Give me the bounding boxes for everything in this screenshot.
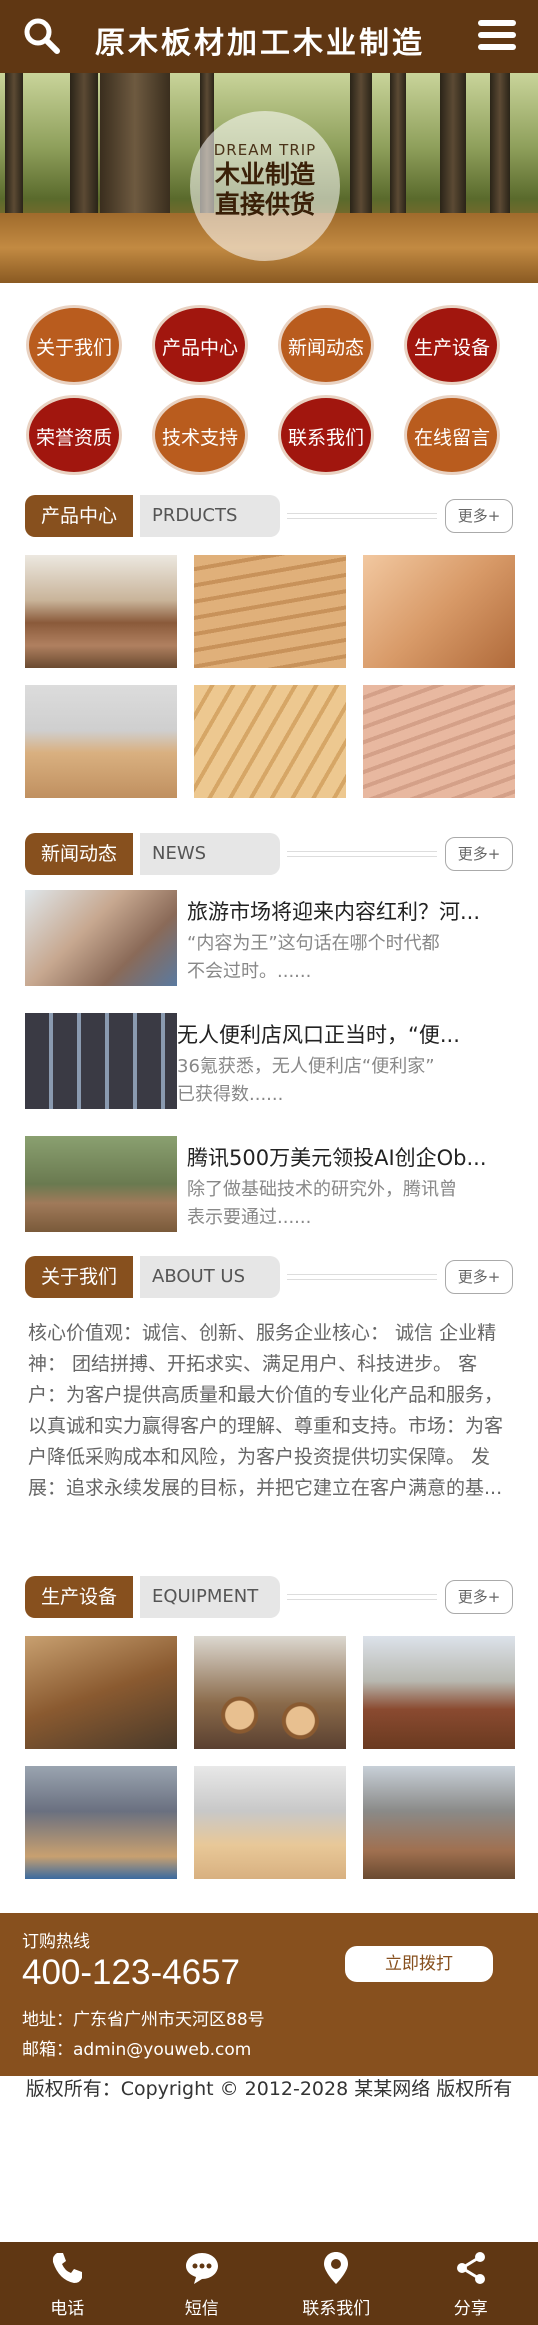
bottom-nav-sms[interactable]: 短信 <box>135 2242 270 2325</box>
bottom-nav-share[interactable]: 分享 <box>404 2242 538 2325</box>
bottom-nav: 电话 短信 联系我们 分享 <box>0 2242 538 2325</box>
page: { "header": { "title": "原木板材加工木业制造", "se… <box>0 0 538 2325</box>
news-section-header: 新闻动态 NEWS 更多+ <box>25 833 513 875</box>
call-now-button[interactable]: 立即拨打 <box>345 1946 493 1982</box>
phone-icon <box>53 2253 83 2283</box>
product-image[interactable] <box>25 555 177 668</box>
news-item[interactable]: 旅游市场将迎来内容红利？河... “内容为王”这句话在哪个时代都 不会过时。...… <box>25 890 515 990</box>
news-item-desc: “内容为王”这句话在哪个时代都 不会过时。...... <box>187 933 440 982</box>
search-icon[interactable] <box>22 16 62 56</box>
equipment-more-button[interactable]: 更多+ <box>445 1580 513 1614</box>
equipment-image[interactable] <box>363 1766 515 1879</box>
equipment-image[interactable] <box>194 1766 346 1879</box>
news-subtitle: NEWS <box>140 833 280 875</box>
contact-panel: 订购热线 400-123-4657 地址：广东省广州市天河区88号 邮箱：adm… <box>0 1913 538 2076</box>
hotline-label: 订购热线 <box>22 1932 90 1952</box>
nav-news[interactable]: 新闻动态 <box>278 305 374 385</box>
bottom-nav-contact[interactable]: 联系我们 <box>269 2242 404 2325</box>
about-section-header: 关于我们 ABOUT US 更多+ <box>25 1256 513 1298</box>
site-title: 原木板材加工木业制造 <box>95 26 425 61</box>
product-image[interactable] <box>194 685 346 798</box>
about-more-button[interactable]: 更多+ <box>445 1260 513 1294</box>
equipment-image[interactable] <box>194 1636 346 1749</box>
banner-tag: DREAM TRIP <box>213 141 317 159</box>
news-item-desc: 除了做基础技术的研究外，腾讯曾 表示要通过...... <box>187 1179 457 1228</box>
news-item-title: 无人便利店风口正当时，“便... <box>177 1023 460 1047</box>
banner: DREAM TRIP 木业制造 直接供货 <box>0 73 538 283</box>
contact-email: 邮箱：admin@youweb.com <box>22 2040 252 2060</box>
news-item-desc: 36氪获悉，无人便利店“便利家” 已获得数...... <box>177 1056 435 1105</box>
equipment-title: 生产设备 <box>25 1576 134 1618</box>
about-text: 核心价值观：诚信、创新、服务企业核心： 诚信 企业精神： 团结拼搏、开拓求实、满… <box>28 1322 504 1499</box>
copyright: 版权所有：Copyright © 2012-2028 某某网络 版权所有 <box>25 2078 513 2100</box>
product-image[interactable] <box>25 685 177 798</box>
equipment-section-header: 生产设备 EQUIPMENT 更多+ <box>25 1576 513 1618</box>
equipment-image[interactable] <box>363 1636 515 1749</box>
equipment-image[interactable] <box>25 1766 177 1879</box>
menu-icon[interactable] <box>478 20 516 54</box>
nav-contact[interactable]: 联系我们 <box>278 395 374 475</box>
products-subtitle: PRDUCTS <box>140 495 280 537</box>
news-item[interactable]: 腾讯500万美元领投AI创企Ob... 除了做基础技术的研究外，腾讯曾 表示要通过… <box>25 1136 515 1236</box>
news-item-title: 腾讯500万美元领投AI创企Ob... <box>187 1146 487 1170</box>
bottom-nav-label: 分享 <box>453 2299 488 2319</box>
product-image[interactable] <box>363 555 515 668</box>
equipment-image[interactable] <box>25 1636 177 1749</box>
hotline-number: 400-123-4657 <box>22 1953 240 1992</box>
news-thumbnail <box>25 1136 177 1232</box>
news-item-title: 旅游市场将迎来内容红利？河... <box>187 900 481 924</box>
about-subtitle: ABOUT US <box>140 1256 280 1298</box>
nav-about[interactable]: 关于我们 <box>26 305 122 385</box>
nav-products[interactable]: 产品中心 <box>152 305 248 385</box>
banner-line2: 直接供货 <box>214 190 315 219</box>
product-image[interactable] <box>194 555 346 668</box>
banner-line1: 木业制造 <box>214 160 315 189</box>
nav-support[interactable]: 技术支持 <box>152 395 248 475</box>
products-section-header: 产品中心 PRDUCTS 更多+ <box>25 495 513 537</box>
nav-honor[interactable]: 荣誉资质 <box>26 395 122 475</box>
sms-icon <box>185 2253 218 2284</box>
products-more-button[interactable]: 更多+ <box>445 499 513 533</box>
share-icon <box>456 2252 485 2284</box>
nav-message[interactable]: 在线留言 <box>404 395 500 475</box>
news-more-button[interactable]: 更多+ <box>445 837 513 871</box>
equipment-subtitle: EQUIPMENT <box>140 1576 280 1618</box>
header: 原木板材加工木业制造 <box>0 0 538 73</box>
nav-equipment[interactable]: 生产设备 <box>404 305 500 385</box>
news-title: 新闻动态 <box>25 833 134 875</box>
bottom-nav-label: 联系我们 <box>302 2299 371 2319</box>
news-thumbnail <box>25 1013 177 1109</box>
bottom-nav-label: 电话 <box>50 2299 85 2319</box>
banner-slogan: DREAM TRIP 木业制造 直接供货 <box>190 111 340 261</box>
bottom-nav-phone[interactable]: 电话 <box>0 2242 135 2325</box>
about-title: 关于我们 <box>25 1256 134 1298</box>
news-thumbnail <box>25 890 177 986</box>
news-item[interactable]: 无人便利店风口正当时，“便... 36氪获悉，无人便利店“便利家” 已获得数...… <box>25 1013 515 1113</box>
contact-address: 地址：广东省广州市天河区88号 <box>22 2010 265 2030</box>
bottom-nav-label: 短信 <box>184 2299 219 2319</box>
location-icon <box>324 2252 349 2284</box>
products-title: 产品中心 <box>25 495 134 537</box>
product-image[interactable] <box>363 685 515 798</box>
